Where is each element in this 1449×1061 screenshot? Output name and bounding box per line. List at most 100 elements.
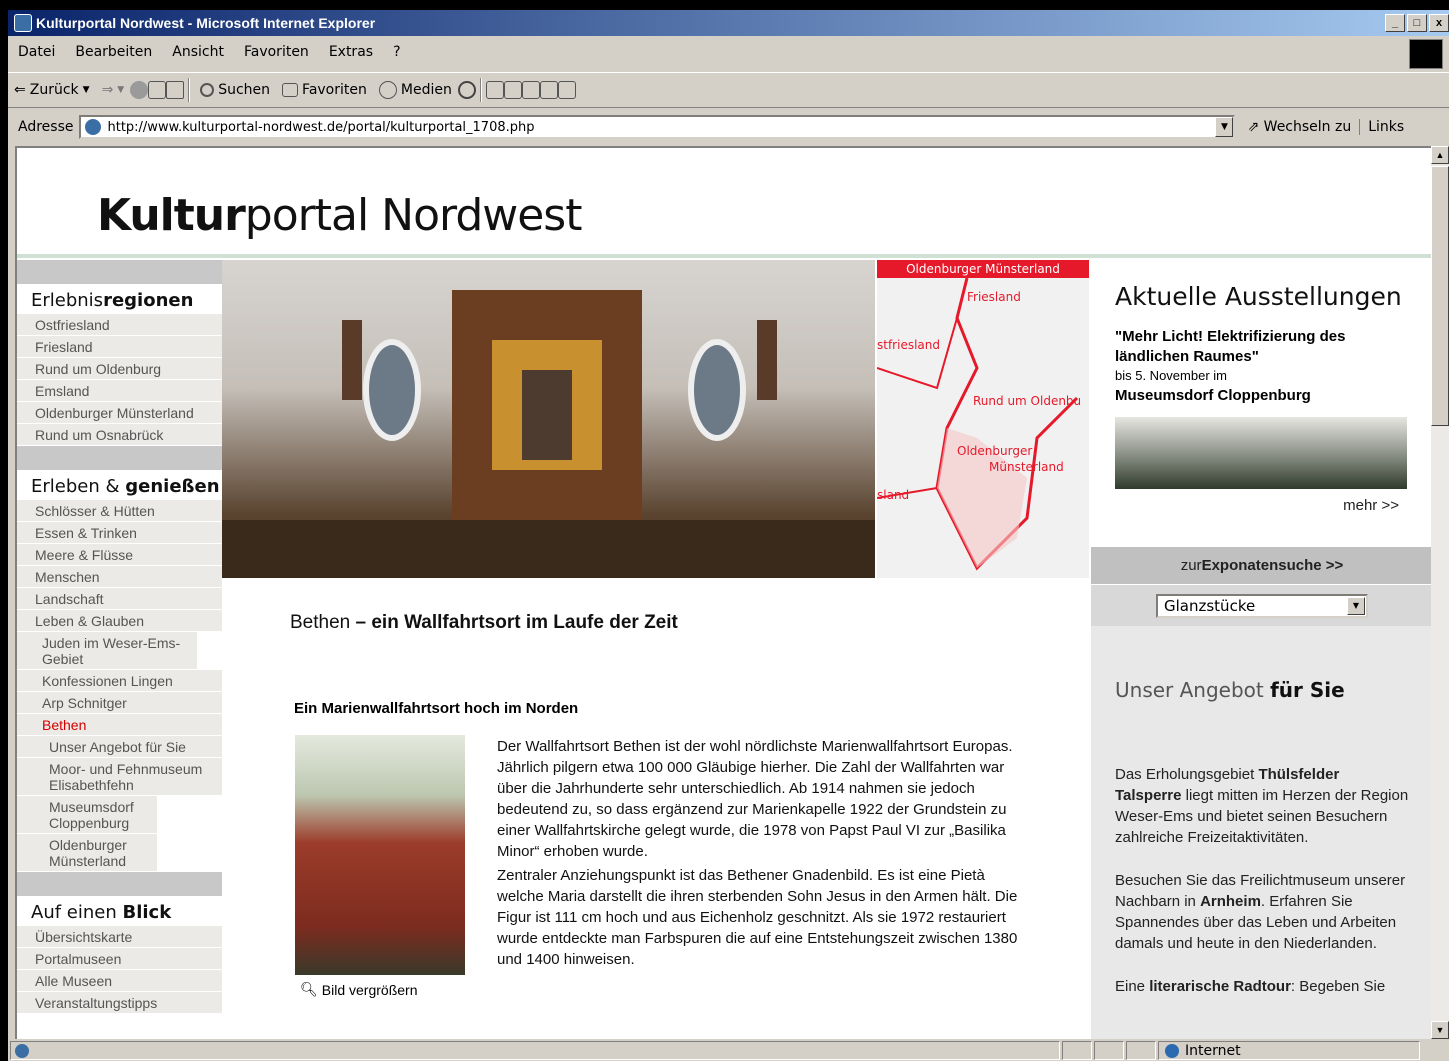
exhibition-title[interactable]: "Mehr Licht! Elektrifizierung des ländli…	[1115, 327, 1409, 367]
nav-item-schloesser[interactable]: Schlösser & Hütten	[17, 500, 222, 522]
page-status-icon	[15, 1043, 29, 1058]
nav-item-arp-schnitger[interactable]: Arp Schnitger	[17, 692, 222, 714]
map-label-oldenburg[interactable]: Rund um Oldenbu	[973, 394, 1081, 408]
stop-icon[interactable]	[130, 81, 149, 99]
nav-item-leben-glauben[interactable]: Leben & Glauben	[17, 610, 222, 632]
edit-icon[interactable]	[521, 81, 540, 99]
menu-favoriten[interactable]: Favoriten	[234, 44, 319, 60]
media-label: Medien	[400, 82, 452, 98]
refresh-icon[interactable]	[148, 81, 167, 99]
back-label: Zurück	[29, 82, 79, 98]
logo-rest: portal Nordwest	[244, 190, 583, 241]
chevron-down-icon: ▼	[117, 85, 125, 95]
region-map[interactable]: Oldenburger Münsterland Friesland stfrie…	[877, 260, 1089, 578]
map-label-ostfriesland[interactable]: stfriesland	[877, 338, 940, 352]
nav-item-meere[interactable]: Meere & Flüsse	[17, 544, 222, 566]
nav-item-ostfriesland[interactable]: Ostfriesland	[17, 314, 222, 336]
messenger-icon[interactable]	[557, 81, 576, 99]
nav-item-emsland[interactable]: Emsland	[17, 380, 222, 402]
map-label-muensterland[interactable]: Münsterland	[989, 460, 1064, 474]
scroll-up-icon[interactable]: ▲	[1431, 146, 1449, 164]
menu-extras[interactable]: Extras	[319, 44, 383, 60]
nav-item-rund-um-osnabrueck[interactable]: Rund um Osnabrück	[17, 424, 222, 446]
nav-item-landschaft[interactable]: Landschaft	[17, 588, 222, 610]
chevron-down-icon[interactable]: ▼	[1347, 596, 1365, 615]
exhibition-place[interactable]: Museumsdorf Cloppenburg	[1115, 385, 1409, 407]
status-bar: Internet	[8, 1040, 1449, 1061]
nav-item-rund-um-oldenburg[interactable]: Rund um Oldenburg	[17, 358, 222, 380]
exponat-search-link[interactable]: zur Exponatensuche >>	[1091, 546, 1431, 584]
favorites-button[interactable]: Favoriten	[282, 82, 367, 98]
nav-item-menschen[interactable]: Menschen	[17, 566, 222, 588]
search-button[interactable]: Suchen	[200, 82, 270, 98]
go-button[interactable]: ⇗ Wechseln zu	[1247, 119, 1351, 135]
nav-item-oldenburger-muensterland[interactable]: Oldenburger Münsterland	[17, 402, 222, 424]
status-text-cell	[10, 1041, 1060, 1060]
address-dropdown-icon[interactable]: ▼	[1215, 117, 1234, 137]
history-icon[interactable]	[457, 81, 476, 99]
url-text: http://www.kulturportal-nordwest.de/port…	[107, 119, 535, 135]
address-input[interactable]: http://www.kulturportal-nordwest.de/port…	[79, 115, 1236, 139]
nav-item-oldenburger-ml[interactable]: Oldenburger Münsterland	[17, 834, 157, 872]
nav-item-moor-fehnmuseum[interactable]: Moor- und Fehnmuseum Elisabethfehn	[17, 758, 222, 796]
nav-item-konfessionen[interactable]: Konfessionen Lingen	[17, 670, 222, 692]
browser-window: Kulturportal Nordwest - Microsoft Intern…	[8, 10, 1449, 1061]
nav-item-essen[interactable]: Essen & Trinken	[17, 522, 222, 544]
site-logo[interactable]: Kulturportal Nordwest	[97, 190, 583, 241]
nav-heading-erleben: Erleben & genießen	[17, 470, 222, 500]
back-button[interactable]: ⇐ Zurück ▼	[14, 82, 90, 98]
logo-bold: Kultur	[97, 190, 246, 241]
nav-item-uebersichtskarte[interactable]: Übersichtskarte	[17, 926, 222, 948]
scroll-down-icon[interactable]: ▼	[1431, 1021, 1449, 1039]
nav-item-museumsdorf[interactable]: Museumsdorf Cloppenburg	[17, 796, 157, 834]
exhibition-date: bis 5. November im	[1115, 368, 1227, 383]
map-label-emsland[interactable]: sland	[877, 488, 909, 502]
nav-item-portalmuseen[interactable]: Portalmuseen	[17, 948, 222, 970]
magnifier-icon: 🔍︎	[300, 981, 318, 997]
forward-button[interactable]: ⇒ ▼	[102, 82, 125, 98]
media-button[interactable]: Medien	[378, 81, 452, 99]
nav-heading-erlebnisregionen: Erlebnisregionen	[17, 284, 222, 314]
nav-heading-bold: genießen	[125, 476, 220, 497]
search-label: Suchen	[218, 82, 271, 98]
print-icon[interactable]	[503, 81, 522, 99]
status-cell	[1126, 1041, 1156, 1060]
minimize-button[interactable]: _	[1385, 14, 1405, 32]
offer-plain: Unser Angebot	[1115, 678, 1271, 702]
exhibition-photo[interactable]	[1115, 417, 1407, 489]
chapel-photo[interactable]	[295, 735, 465, 975]
toolbar-separator	[188, 78, 191, 102]
offer-bold: für Sie	[1270, 678, 1345, 702]
home-icon[interactable]	[166, 81, 185, 99]
globe-icon	[1165, 1043, 1179, 1058]
nav-item-veranstaltungstipps[interactable]: Veranstaltungstipps	[17, 992, 222, 1014]
windows-logo-icon	[1409, 39, 1443, 69]
more-link[interactable]: mehr >>	[1115, 497, 1409, 514]
mail-icon[interactable]	[485, 81, 504, 99]
discuss-icon[interactable]	[539, 81, 558, 99]
map-label-oldenburger[interactable]: Oldenburger	[957, 444, 1032, 458]
scroll-thumb[interactable]	[1431, 166, 1449, 426]
maximize-button[interactable]: □	[1407, 14, 1427, 32]
close-button[interactable]: x	[1429, 14, 1449, 32]
radtour-link[interactable]: literarische Radtour	[1149, 978, 1291, 995]
address-label: Adresse	[18, 119, 74, 135]
paragraph-1: Der Wallfahrtsort Bethen ist der wohl nö…	[497, 738, 1013, 860]
map-label-friesland[interactable]: Friesland	[967, 290, 1021, 304]
links-button[interactable]: Links	[1359, 119, 1404, 135]
nav-item-unser-angebot[interactable]: Unser Angebot für Sie	[17, 736, 222, 758]
menu-ansicht[interactable]: Ansicht	[162, 44, 234, 60]
main-content: Bethen – ein Wallfahrtsort im Laufe der …	[222, 578, 1091, 1039]
nav-item-juden[interactable]: Juden im Weser-Ems-Gebiet	[17, 632, 197, 670]
menu-datei[interactable]: Datei	[8, 44, 65, 60]
highlights-select[interactable]: Glanzstücke ▼	[1156, 593, 1368, 618]
arnheim-link[interactable]: Arnheim	[1200, 893, 1261, 910]
vertical-scrollbar[interactable]: ▲ ▼	[1431, 146, 1449, 1039]
enlarge-image-link[interactable]: 🔍︎ Bild vergrößern	[300, 981, 417, 998]
offer-paragraph-1: Das Erholungsgebiet Thülsfelder Talsperr…	[1115, 764, 1409, 848]
nav-item-friesland[interactable]: Friesland	[17, 336, 222, 358]
nav-item-bethen[interactable]: Bethen	[17, 714, 222, 736]
nav-item-alle-museen[interactable]: Alle Museen	[17, 970, 222, 992]
menu-bearbeiten[interactable]: Bearbeiten	[65, 44, 162, 60]
menu-help[interactable]: ?	[383, 44, 410, 60]
